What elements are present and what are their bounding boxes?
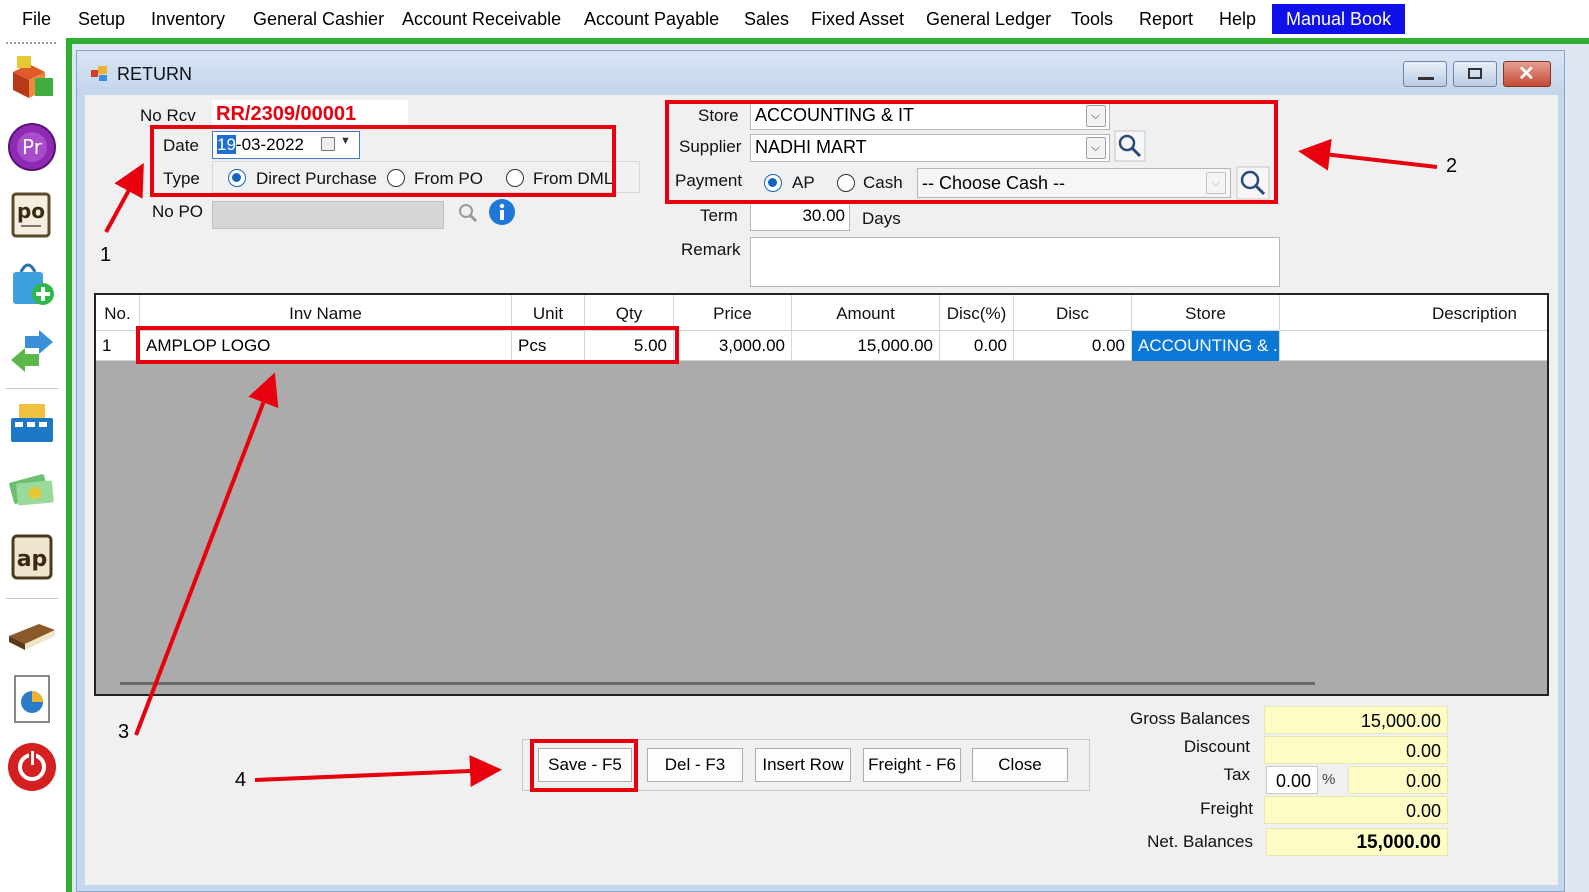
- cell-disc[interactable]: 0.00: [1014, 331, 1132, 361]
- menu-manual-book[interactable]: Manual Book: [1272, 4, 1406, 34]
- cell-price[interactable]: 3,000.00: [674, 331, 792, 361]
- window-title: RETURN: [117, 64, 192, 84]
- cell-disc-pct[interactable]: 0.00: [940, 331, 1014, 361]
- annotation-box-3: [136, 326, 679, 364]
- inventory-cubes-icon[interactable]: [5, 52, 59, 106]
- term-unit-label: Days: [862, 209, 901, 228]
- menu-inventory[interactable]: Inventory: [147, 6, 229, 32]
- purchase-request-icon[interactable]: Pr: [5, 120, 59, 174]
- no-rcv-label: No Rcv: [140, 106, 196, 125]
- minimize-button[interactable]: [1403, 61, 1447, 87]
- tax-label: Tax: [1223, 765, 1250, 784]
- window-titlebar[interactable]: RETURN ✕: [77, 51, 1564, 95]
- term-label: Term: [700, 206, 738, 225]
- toolbar-separator: [6, 598, 58, 599]
- cell-store[interactable]: ACCOUNTING & ...: [1132, 331, 1280, 361]
- shopping-bag-add-icon[interactable]: [5, 256, 59, 310]
- menu-setup[interactable]: Setup: [74, 6, 129, 32]
- menu-account-receivable[interactable]: Account Receivable: [398, 6, 565, 32]
- no-po-field: [212, 201, 444, 229]
- discount-value: 0.00: [1264, 736, 1448, 764]
- money-icon[interactable]: [5, 462, 59, 516]
- col-price[interactable]: Price: [674, 295, 792, 331]
- restore-icon: [1468, 68, 1482, 79]
- close-icon: ✕: [1518, 63, 1535, 85]
- annotation-label-1: 1: [100, 244, 112, 266]
- restore-button[interactable]: [1453, 61, 1497, 87]
- annotation-label-3: 3: [118, 721, 130, 743]
- annotation-label-4: 4: [235, 769, 247, 791]
- tax-percent-sign: %: [1322, 771, 1336, 788]
- menu-tools[interactable]: Tools: [1067, 6, 1117, 32]
- remark-label: Remark: [681, 240, 741, 259]
- annotation-box-1: [150, 125, 616, 197]
- annotation-box-2: [665, 100, 1278, 204]
- freight-label: Freight: [1200, 799, 1253, 818]
- cell-description[interactable]: [1280, 331, 1547, 361]
- grid-horizontal-scrollbar[interactable]: [120, 682, 1315, 685]
- net-balances-value: 15,000.00: [1266, 828, 1448, 856]
- tax-value: 0.00: [1348, 766, 1448, 794]
- discount-label: Discount: [1183, 737, 1250, 756]
- remark-textarea[interactable]: [750, 237, 1280, 287]
- window-app-icon: [91, 66, 107, 81]
- cash-register-icon[interactable]: [5, 396, 59, 450]
- left-toolbar: Pr po ap: [0, 38, 66, 892]
- cell-amount[interactable]: 15,000.00: [792, 331, 940, 361]
- search-icon[interactable]: [456, 202, 480, 224]
- menu-help[interactable]: Help: [1215, 6, 1260, 32]
- account-payable-icon[interactable]: ap: [5, 530, 59, 584]
- col-disc[interactable]: Disc: [1014, 295, 1132, 331]
- gross-balances-value: 15,000.00: [1264, 706, 1448, 734]
- menu-sales[interactable]: Sales: [740, 6, 793, 32]
- menu-general-cashier[interactable]: General Cashier: [249, 6, 388, 32]
- col-amount[interactable]: Amount: [792, 295, 940, 331]
- transfer-arrows-icon[interactable]: [5, 324, 59, 378]
- svg-text:Pr: Pr: [22, 135, 43, 159]
- purchase-order-icon[interactable]: po: [5, 188, 59, 242]
- freight-value: 0.00: [1264, 796, 1448, 824]
- term-input[interactable]: 30.00: [750, 203, 850, 231]
- menu-report[interactable]: Report: [1135, 6, 1197, 32]
- svg-text:po: po: [17, 199, 45, 223]
- menu-account-payable[interactable]: Account Payable: [580, 6, 723, 32]
- col-store[interactable]: Store: [1132, 295, 1280, 331]
- menu-bar: File Setup Inventory General Cashier Acc…: [0, 0, 1589, 38]
- report-chart-icon[interactable]: [5, 672, 59, 726]
- freight-button[interactable]: Freight - F6: [863, 748, 961, 782]
- insert-row-button[interactable]: Insert Row: [755, 748, 851, 782]
- svg-text:ap: ap: [17, 547, 48, 572]
- net-balances-label: Net. Balances: [1147, 832, 1253, 851]
- annotation-label-2: 2: [1446, 155, 1458, 177]
- col-description[interactable]: Description: [1280, 295, 1547, 331]
- menu-file[interactable]: File: [18, 6, 55, 32]
- tax-percent-input[interactable]: 0.00: [1266, 766, 1318, 794]
- gross-balances-label: Gross Balances: [1130, 709, 1250, 728]
- menu-general-ledger[interactable]: General Ledger: [922, 6, 1055, 32]
- power-icon[interactable]: [5, 740, 59, 794]
- delete-button[interactable]: Del - F3: [647, 748, 743, 782]
- toolbar-grip: [6, 42, 56, 44]
- close-button[interactable]: Close: [972, 748, 1068, 782]
- cell-no[interactable]: 1: [96, 331, 140, 361]
- ledger-book-icon[interactable]: [5, 604, 59, 658]
- close-window-button[interactable]: ✕: [1503, 61, 1551, 87]
- minimize-icon: [1418, 77, 1434, 80]
- col-no[interactable]: No.: [96, 295, 140, 331]
- no-po-label: No PO: [152, 202, 204, 221]
- toolbar-separator: [6, 388, 58, 389]
- menu-fixed-asset[interactable]: Fixed Asset: [807, 6, 908, 32]
- info-icon[interactable]: [488, 198, 516, 226]
- col-disc-pct[interactable]: Disc(%): [940, 295, 1014, 331]
- no-rcv-value: RR/2309/00001: [212, 100, 408, 128]
- annotation-box-4: [530, 739, 638, 792]
